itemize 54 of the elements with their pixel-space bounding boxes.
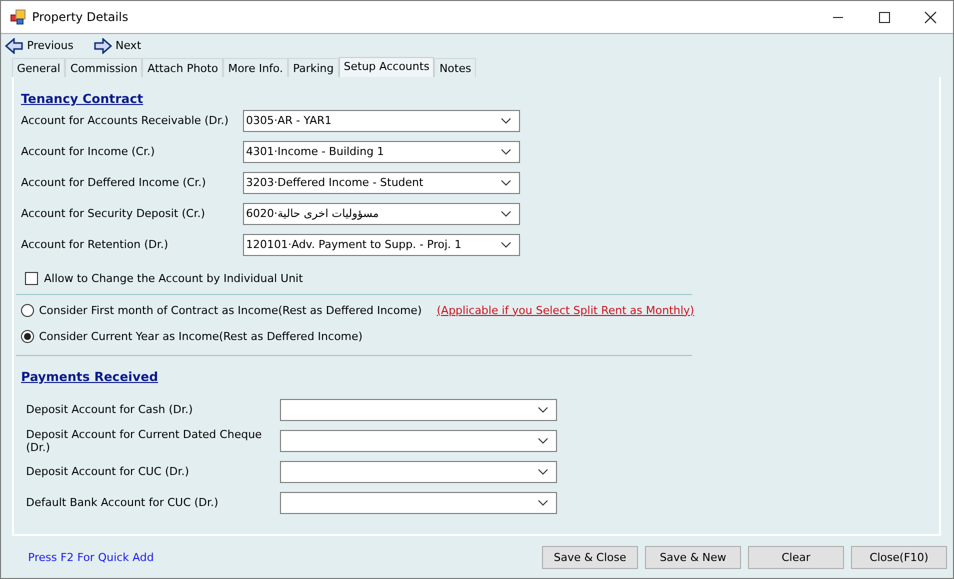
footer-button[interactable]: Save & New [645, 546, 741, 568]
app-icon [10, 9, 26, 25]
field-label: Account for Security Deposit (Cr.) [21, 207, 206, 220]
checkbox-label: Allow to Change the Account by Individual Unit [44, 272, 303, 284]
chevron-icon [538, 438, 548, 444]
previous-button[interactable]: Previous [5, 38, 74, 54]
dropdown-field[interactable]: 4301·Income - Building 1 [243, 140, 520, 162]
radio-label: Consider First month of Contract as Income(Rest as Deffered Income) [39, 304, 422, 316]
footer-button[interactable]: Save & Close [542, 546, 638, 568]
section-heading: Tenancy Contract [21, 91, 144, 105]
next-button[interactable]: Next [94, 38, 142, 54]
chevron-icon [501, 180, 511, 186]
hint-text: Press F2 For Quick Add [28, 550, 154, 564]
chevron-icon [501, 210, 511, 216]
window-title: Property Details [32, 10, 130, 24]
dropdown-field[interactable] [280, 460, 557, 482]
chevron-icon [501, 242, 511, 248]
field-label: Deposit Account for Cash (Dr.) [26, 403, 194, 416]
dropdown-field[interactable] [280, 492, 557, 514]
tab[interactable]: Setup Accounts [338, 57, 434, 77]
chevron-icon [501, 148, 511, 154]
field-label: Deposit Account for Current Dated Cheque (Dr.) [26, 428, 263, 454]
dropdown-field[interactable] [280, 430, 557, 452]
tab[interactable]: Parking [288, 58, 339, 77]
footer-button[interactable]: Clear [748, 546, 844, 568]
field-label: Default Bank Account for CUC (Dr.) [26, 496, 220, 509]
tab[interactable]: Notes [434, 58, 476, 77]
dropdown-field[interactable] [280, 398, 557, 420]
section-heading: Payments Received [21, 369, 160, 383]
radio-button[interactable] [21, 304, 34, 316]
arrow-icon [5, 38, 23, 54]
radio-label: Consider Current Year as Income(Rest as Deffered Income) [39, 330, 363, 342]
dropdown-field[interactable]: 3203·Deffered Income - Student [243, 172, 520, 194]
tab[interactable]: Attach Photo [142, 58, 224, 77]
chevron-icon [538, 500, 548, 506]
chevron-icon [538, 406, 548, 412]
arrow-icon [94, 38, 112, 54]
tab[interactable]: Commission [65, 58, 142, 77]
field-label: Account for Income (Cr.) [21, 145, 156, 158]
field-label: Account for Deffered Income (Cr.) [21, 176, 207, 189]
tab[interactable]: More Info. [223, 58, 288, 77]
dropdown-field[interactable]: 0305·AR - YAR1 [243, 110, 520, 132]
footer-button[interactable]: Close(F10) [851, 546, 947, 568]
field-label: Account for Retention (Dr.) [21, 238, 170, 251]
chevron-icon [538, 468, 548, 474]
checkbox[interactable] [25, 272, 38, 284]
note-link[interactable]: (Applicable if you Select Split Rent as Monthly) [436, 304, 694, 316]
dropdown-field[interactable]: 120101·Adv. Payment to Supp. - Proj. 1 [243, 234, 520, 256]
tab[interactable]: General [12, 58, 66, 77]
chevron-icon [501, 118, 511, 124]
field-label: Account for Accounts Receivable (Dr.) [21, 114, 230, 127]
field-label: Deposit Account for CUC (Dr.) [26, 465, 190, 478]
dropdown-field[interactable]: 6020·مسؤوليات اخرى حالية [243, 202, 520, 224]
radio-button[interactable] [21, 330, 34, 342]
